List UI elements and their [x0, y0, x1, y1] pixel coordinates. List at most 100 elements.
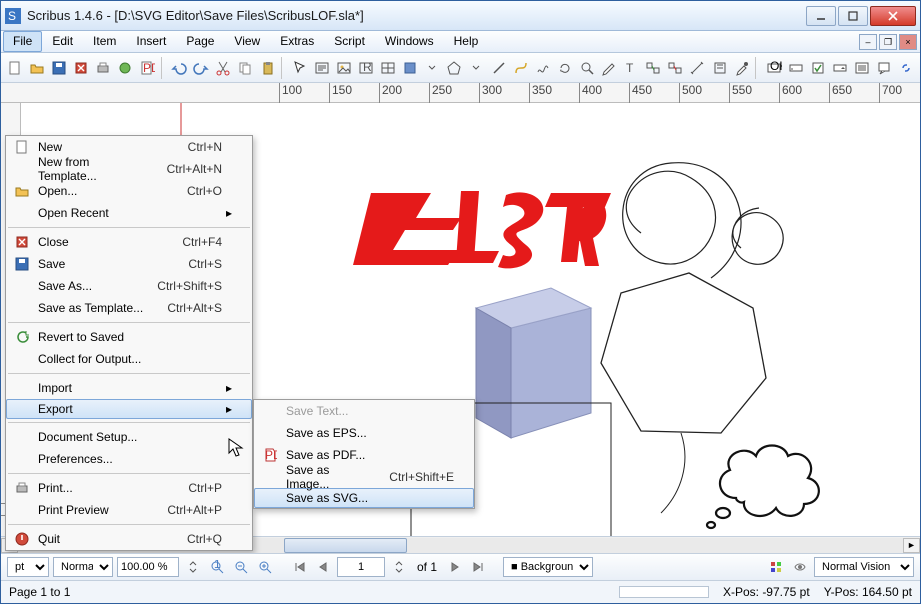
pdf-icon[interactable]: PDF [137, 57, 158, 79]
prev-page-icon[interactable] [313, 557, 333, 577]
pdf-link-icon[interactable] [896, 57, 917, 79]
line-icon[interactable] [488, 57, 509, 79]
pdf-textfield-icon[interactable] [785, 57, 806, 79]
file-preferences[interactable]: Preferences... [6, 448, 252, 470]
file-quit[interactable]: QuitCtrl+Q [6, 528, 252, 550]
save-icon[interactable] [48, 57, 69, 79]
svg-text:1: 1 [214, 560, 221, 571]
shape-icon[interactable] [400, 57, 421, 79]
file-save-template[interactable]: Save as Template...Ctrl+Alt+S [6, 297, 252, 319]
pdf-listbox-icon[interactable] [852, 57, 873, 79]
menu-item[interactable]: Item [83, 31, 126, 52]
last-page-icon[interactable] [469, 557, 489, 577]
redo-icon[interactable] [191, 57, 212, 79]
edit-text-icon[interactable]: T [621, 57, 642, 79]
cut-icon[interactable] [213, 57, 234, 79]
zoom-stepper[interactable] [183, 557, 203, 577]
menu-help[interactable]: Help [444, 31, 489, 52]
ruler-horizontal: 100 150 200 250 300 350 400 450 500 550 … [1, 83, 920, 103]
file-menu-dropdown: NewCtrl+N New from Template...Ctrl+Alt+N… [5, 135, 253, 551]
file-save[interactable]: SaveCtrl+S [6, 253, 252, 275]
table-icon[interactable] [377, 57, 398, 79]
file-save-as[interactable]: Save As...Ctrl+Shift+S [6, 275, 252, 297]
polygon-icon[interactable] [444, 57, 465, 79]
file-open-recent[interactable]: Open Recent▸ [6, 202, 252, 224]
file-import[interactable]: Import▸ [6, 377, 252, 399]
page-stepper[interactable] [389, 557, 409, 577]
file-print[interactable]: Print...Ctrl+P [6, 477, 252, 499]
caret-down-icon[interactable] [422, 57, 443, 79]
open-icon[interactable] [26, 57, 47, 79]
next-page-icon[interactable] [445, 557, 465, 577]
edit-content-icon[interactable] [599, 57, 620, 79]
zoom-input[interactable] [117, 557, 179, 577]
menu-windows[interactable]: Windows [375, 31, 444, 52]
menu-view[interactable]: View [224, 31, 270, 52]
image-frame-icon[interactable] [333, 57, 354, 79]
unit-select[interactable]: pt [7, 557, 49, 577]
preflight-icon[interactable] [115, 57, 136, 79]
file-export[interactable]: Export▸ [6, 399, 252, 419]
pdf-button-icon[interactable]: OK [763, 57, 784, 79]
menu-page[interactable]: Page [176, 31, 224, 52]
link-frames-icon[interactable] [643, 57, 664, 79]
zoom-to-page-icon[interactable]: 1 [207, 557, 227, 577]
copy-props-icon[interactable] [709, 57, 730, 79]
rotate-icon[interactable] [554, 57, 575, 79]
render-frame-icon[interactable]: R [355, 57, 376, 79]
maximize-button[interactable] [838, 6, 868, 26]
file-doc-setup[interactable]: Document Setup... [6, 426, 252, 448]
file-open[interactable]: Open...Ctrl+O [6, 180, 252, 202]
menu-insert[interactable]: Insert [126, 31, 176, 52]
quality-select[interactable]: Normal [53, 557, 113, 577]
zoom-out-icon[interactable] [231, 557, 251, 577]
file-collect[interactable]: Collect for Output... [6, 348, 252, 370]
eyedropper-icon[interactable] [731, 57, 752, 79]
menu-script[interactable]: Script [324, 31, 375, 52]
color-manage-icon[interactable] [766, 557, 786, 577]
new-icon[interactable] [4, 57, 25, 79]
pdf-annotation-icon[interactable] [874, 57, 895, 79]
mdi-close-button[interactable]: × [899, 34, 917, 50]
scroll-right-button[interactable]: ► [903, 538, 920, 553]
select-icon[interactable] [289, 57, 310, 79]
caret-down-icon[interactable] [466, 57, 487, 79]
menu-extras[interactable]: Extras [270, 31, 324, 52]
file-print-preview[interactable]: Print PreviewCtrl+Alt+P [6, 499, 252, 521]
export-save-image[interactable]: Save as Image...Ctrl+Shift+E [254, 466, 474, 488]
window-title: Scribus 1.4.6 - [D:\SVG Editor\Save File… [27, 8, 806, 23]
menu-edit[interactable]: Edit [42, 31, 83, 52]
print-icon[interactable] [92, 57, 113, 79]
close-doc-icon[interactable] [70, 57, 91, 79]
svg-text:OK: OK [770, 60, 782, 73]
zoom-icon[interactable] [576, 57, 597, 79]
minimize-button[interactable] [806, 6, 836, 26]
mdi-restore-button[interactable]: ❐ [879, 34, 897, 50]
export-save-svg[interactable]: Save as SVG... [254, 488, 474, 508]
copy-icon[interactable] [235, 57, 256, 79]
page-input[interactable] [337, 557, 385, 577]
window-close-button[interactable] [870, 6, 916, 26]
menu-file[interactable]: File [3, 31, 42, 52]
preview-mode-icon[interactable] [790, 557, 810, 577]
undo-icon[interactable] [169, 57, 190, 79]
scroll-thumb[interactable] [284, 538, 408, 553]
file-revert[interactable]: Revert to Saved [6, 326, 252, 348]
file-close[interactable]: CloseCtrl+F4 [6, 231, 252, 253]
app-icon: S [5, 8, 21, 24]
measure-icon[interactable] [687, 57, 708, 79]
paste-icon[interactable] [257, 57, 278, 79]
layer-select[interactable]: ■ Background [503, 557, 593, 577]
vision-select[interactable]: Normal Vision [814, 557, 914, 577]
first-page-icon[interactable] [289, 557, 309, 577]
bezier-icon[interactable] [510, 57, 531, 79]
file-new-template[interactable]: New from Template...Ctrl+Alt+N [6, 158, 252, 180]
zoom-in-icon[interactable] [255, 557, 275, 577]
pdf-combobox-icon[interactable] [829, 57, 850, 79]
export-save-eps[interactable]: Save as EPS... [254, 422, 474, 444]
text-frame-icon[interactable] [311, 57, 332, 79]
unlink-frames-icon[interactable] [665, 57, 686, 79]
mdi-minimize-button[interactable]: – [859, 34, 877, 50]
pdf-checkbox-icon[interactable] [807, 57, 828, 79]
freehand-icon[interactable] [532, 57, 553, 79]
